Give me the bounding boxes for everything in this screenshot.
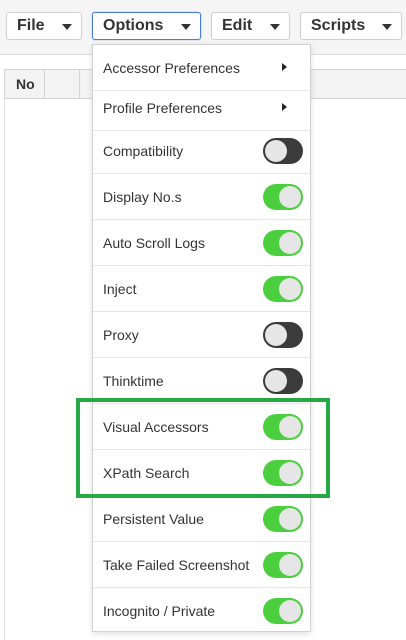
menu-item-label: Take Failed Screenshot bbox=[103, 557, 250, 573]
toggle-knob bbox=[279, 462, 301, 484]
toggle-knob bbox=[279, 186, 301, 208]
menu-item-label: Persistent Value bbox=[103, 511, 204, 527]
menu-item-profile-preferences[interactable]: Profile Preferences bbox=[93, 85, 310, 131]
edit-menu-button[interactable]: Edit bbox=[211, 12, 290, 40]
menu-item-incognito-private[interactable]: Incognito / Private bbox=[93, 588, 310, 634]
menu-item-take-failed-screenshot[interactable]: Take Failed Screenshot bbox=[93, 542, 310, 588]
menu-item-label: Display No.s bbox=[103, 189, 182, 205]
proxy-toggle[interactable] bbox=[263, 322, 303, 348]
thinktime-toggle[interactable] bbox=[263, 368, 303, 394]
menu-item-proxy[interactable]: Proxy bbox=[93, 312, 310, 358]
toggle-knob bbox=[265, 140, 287, 162]
toggle-knob bbox=[279, 600, 301, 622]
compatibility-toggle[interactable] bbox=[263, 138, 303, 164]
toggle-knob bbox=[265, 370, 287, 392]
menu-item-display-nos[interactable]: Display No.s bbox=[93, 174, 310, 220]
toggle-knob bbox=[279, 278, 301, 300]
app-window: File Options Edit Scripts No Accessor Pr… bbox=[0, 0, 406, 640]
visual-accessors-toggle[interactable] bbox=[263, 414, 303, 440]
options-menu-label: Options bbox=[103, 17, 164, 34]
menu-item-label: Visual Accessors bbox=[103, 419, 209, 435]
menu-item-label: Incognito / Private bbox=[103, 603, 216, 619]
caret-down-icon bbox=[270, 24, 280, 30]
display-nos-toggle[interactable] bbox=[263, 184, 303, 210]
file-menu-button[interactable]: File bbox=[6, 12, 82, 40]
menu-item-label: Inject bbox=[103, 281, 137, 297]
table-border bbox=[4, 99, 5, 640]
menu-item-compatibility[interactable]: Compatibility bbox=[93, 128, 310, 174]
caret-down-icon bbox=[382, 24, 392, 30]
column-header-no[interactable]: No bbox=[5, 70, 45, 98]
edit-menu-label: Edit bbox=[222, 17, 253, 34]
take-failed-screenshot-toggle[interactable] bbox=[263, 552, 303, 578]
scripts-menu-label: Scripts bbox=[311, 17, 366, 34]
toggle-knob bbox=[265, 324, 287, 346]
menu-item-xpath-search[interactable]: XPath Search bbox=[93, 450, 310, 496]
menu-item-label: Compatibility bbox=[103, 143, 184, 159]
chevron-right-icon bbox=[282, 63, 287, 71]
menu-item-label: Proxy bbox=[103, 327, 139, 343]
toggle-knob bbox=[279, 232, 301, 254]
xpath-search-toggle[interactable] bbox=[263, 460, 303, 486]
column-header-blank bbox=[45, 70, 80, 98]
menu-item-label: Auto Scroll Logs bbox=[103, 235, 205, 251]
persistent-value-toggle[interactable] bbox=[263, 506, 303, 532]
menu-item-inject[interactable]: Inject bbox=[93, 266, 310, 312]
toggle-knob bbox=[279, 554, 301, 576]
menu-item-visual-accessors[interactable]: Visual Accessors bbox=[93, 404, 310, 450]
chevron-right-icon bbox=[282, 103, 287, 111]
menu-item-label: Thinktime bbox=[103, 373, 164, 389]
file-menu-label: File bbox=[17, 17, 45, 34]
menu-item-thinktime[interactable]: Thinktime bbox=[93, 358, 310, 404]
menu-item-persistent-value[interactable]: Persistent Value bbox=[93, 496, 310, 542]
menu-item-auto-scroll-logs[interactable]: Auto Scroll Logs bbox=[93, 220, 310, 266]
toggle-knob bbox=[279, 508, 301, 530]
caret-down-icon bbox=[181, 24, 191, 30]
toggle-knob bbox=[279, 416, 301, 438]
auto-scroll-logs-toggle[interactable] bbox=[263, 230, 303, 256]
menu-item-label: Profile Preferences bbox=[103, 100, 223, 116]
incognito-private-toggle[interactable] bbox=[263, 598, 303, 624]
options-dropdown-menu: Accessor Preferences Profile Preferences… bbox=[92, 44, 311, 632]
caret-down-icon bbox=[62, 24, 72, 30]
scripts-menu-button[interactable]: Scripts bbox=[300, 12, 402, 40]
menu-item-label: XPath Search bbox=[103, 465, 190, 481]
options-menu-button[interactable]: Options bbox=[92, 12, 201, 40]
inject-toggle[interactable] bbox=[263, 276, 303, 302]
